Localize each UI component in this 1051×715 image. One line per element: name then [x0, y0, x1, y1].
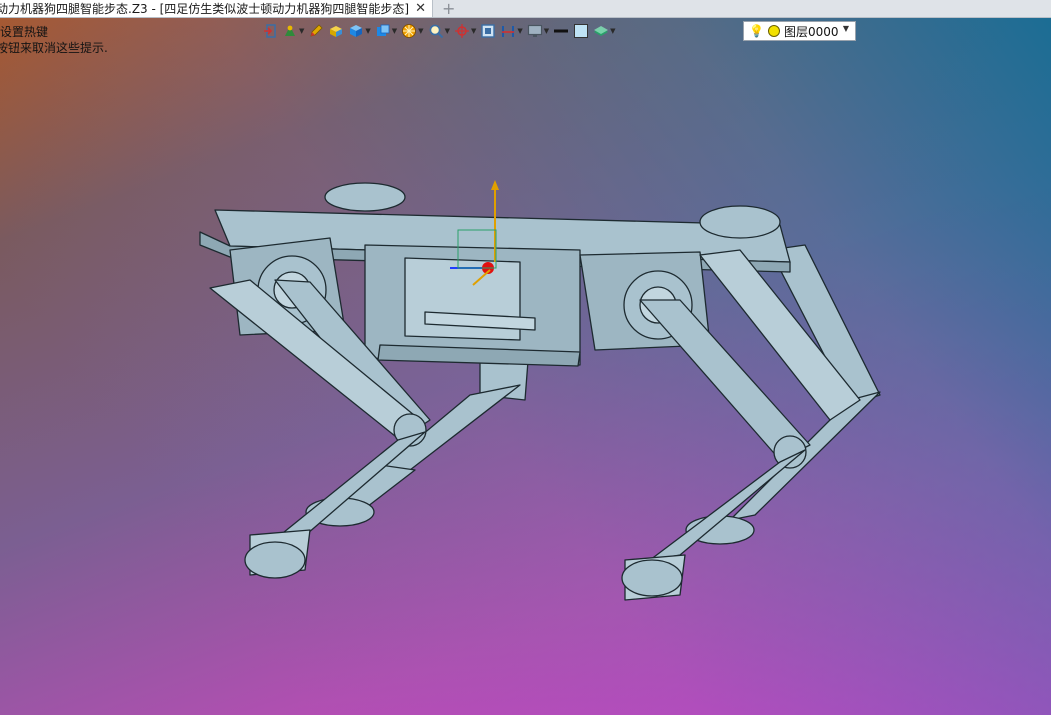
line-weight-icon: [554, 29, 569, 33]
target-button[interactable]: ▼: [454, 20, 476, 42]
lightbulb-icon: 💡: [749, 24, 764, 38]
box-solid-icon: [330, 26, 343, 37]
sketch-button[interactable]: [308, 20, 324, 42]
close-icon[interactable]: ✕: [415, 0, 426, 17]
shaded-view-button[interactable]: ▼: [348, 20, 371, 42]
monitor-icon: [527, 24, 542, 37]
monitor-button[interactable]: ▼: [527, 20, 549, 42]
layer-plane-button[interactable]: ▼: [593, 20, 616, 42]
layer-select[interactable]: 💡 图层0000 ▼: [743, 21, 856, 41]
chevron-down-icon: ▼: [842, 24, 849, 33]
chevron-down-icon: ▼: [299, 27, 305, 35]
chevron-down-icon: ▼: [543, 27, 550, 35]
zoom-icon: [429, 24, 443, 39]
frame-icon: [481, 24, 496, 38]
layer-plane-icon: [594, 26, 609, 36]
chevron-down-icon: ▼: [517, 27, 523, 35]
section-icon: [502, 26, 515, 37]
view-orient-button[interactable]: ▼: [282, 20, 304, 42]
section-button[interactable]: ▼: [500, 20, 523, 42]
target-icon: [454, 24, 469, 38]
layer-color-icon: [767, 25, 780, 37]
box-solid-button[interactable]: [328, 20, 344, 42]
chevron-down-icon: ▼: [365, 27, 371, 35]
zoom-button[interactable]: ▼: [428, 20, 450, 42]
frame-button[interactable]: [480, 20, 496, 42]
add-tab-icon[interactable]: +: [442, 0, 455, 18]
exit-button[interactable]: [262, 20, 278, 42]
chevron-down-icon: ▼: [391, 27, 398, 35]
cube-icon: [350, 25, 363, 37]
document-tab-title: 动力机器狗四腿智能步态.Z3 - [四足仿生类似波士顿动力机器狗四腿智能步态]: [0, 2, 409, 16]
cube-stack-icon: [376, 24, 390, 36]
color-swatch-icon: [574, 24, 589, 38]
filter-button[interactable]: ▼: [401, 20, 424, 42]
display-mode-button[interactable]: ▼: [375, 20, 397, 42]
color-swatch-button[interactable]: [573, 20, 589, 42]
chevron-down-icon: ▼: [610, 27, 616, 35]
chevron-down-icon: ▼: [418, 27, 424, 35]
pencil-icon: [310, 24, 323, 37]
chevron-down-icon: ▼: [470, 27, 477, 35]
chevron-down-icon: ▼: [444, 27, 450, 35]
view-orient-icon: [285, 25, 295, 36]
tab-bar: 动力机器狗四腿智能步态.Z3 - [四足仿生类似波士顿动力机器狗四腿智能步态] …: [0, 0, 1051, 18]
filter-wheel-icon: [402, 24, 417, 38]
hint-line-1: 设置热键: [0, 25, 49, 39]
hint-line-2: 按钮来取消这些提示.: [0, 41, 108, 55]
line-weight-button[interactable]: [553, 20, 569, 42]
layer-select-value: 图层0000: [783, 24, 839, 39]
document-tab[interactable]: 动力机器狗四腿智能步态.Z3 - [四足仿生类似波士顿动力机器狗四腿智能步态] …: [0, 0, 433, 17]
exit-door-icon: [264, 24, 276, 38]
view-toolbar: ▼ ▼ ▼ ▼ ▼ ▼ ▼ ▼ ▼: [262, 20, 620, 42]
robot-dog-model[interactable]: [0, 0, 1051, 715]
